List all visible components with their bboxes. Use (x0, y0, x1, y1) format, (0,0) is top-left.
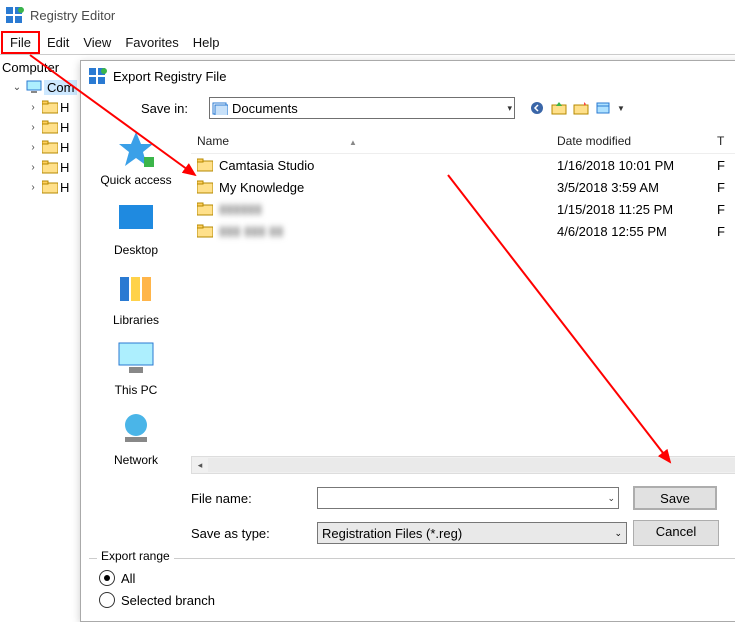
save-button[interactable]: Save (633, 486, 717, 510)
caret-right-icon[interactable]: › (26, 142, 40, 153)
list-item[interactable]: Camtasia Studio1/16/2018 10:01 PMF (191, 154, 735, 176)
place-libraries[interactable]: Libraries (113, 269, 159, 327)
list-item[interactable]: My Knowledge3/5/2018 3:59 AMF (191, 176, 735, 198)
export-range-legend: Export range (97, 549, 174, 563)
horizontal-scrollbar[interactable]: ◂ ▸ (191, 456, 735, 474)
caret-right-icon[interactable]: › (26, 182, 40, 193)
place-network[interactable]: Network (114, 409, 158, 467)
folder-icon (42, 100, 58, 114)
pc-icon (115, 339, 157, 379)
menu-help[interactable]: Help (186, 33, 227, 52)
scroll-left-icon[interactable]: ◂ (192, 460, 208, 471)
chevron-down-icon[interactable]: ⌄ (614, 528, 622, 539)
folder-icon (42, 140, 58, 154)
save-in-row: Save in: Documents ▾ ▼ (81, 91, 735, 129)
radio-icon[interactable] (99, 592, 115, 608)
place-quick-access[interactable]: Quick access (100, 129, 171, 187)
caret-down-icon[interactable]: ⌄ (10, 82, 24, 93)
caret-right-icon[interactable]: › (26, 102, 40, 113)
cancel-button[interactable]: Cancel (633, 520, 719, 546)
file-list-header[interactable]: Name▲ Date modified T (191, 129, 735, 154)
documents-icon (212, 101, 228, 115)
file-name-label: File name: (191, 491, 301, 506)
list-item[interactable]: ▮▮▮▮▮▮1/15/2018 11:25 PMF (191, 198, 735, 220)
folder-icon (42, 180, 58, 194)
save-type-label: Save as type: (191, 526, 301, 541)
folder-icon (42, 120, 58, 134)
export-dialog: Export Registry File Save in: Documents … (80, 60, 735, 622)
sort-asc-icon[interactable]: ▲ (349, 138, 357, 147)
desktop-icon (115, 199, 157, 239)
chevron-down-icon[interactable]: ▾ (507, 103, 512, 114)
network-icon (115, 409, 157, 449)
new-folder-icon[interactable] (573, 100, 589, 116)
window-title: Registry Editor (30, 8, 115, 23)
regedit-icon (6, 7, 24, 23)
menu-favorites[interactable]: Favorites (118, 33, 185, 52)
views-dropdown-icon[interactable]: ▼ (617, 104, 625, 113)
save-in-combo[interactable]: Documents ▾ (209, 97, 515, 119)
caret-right-icon[interactable]: › (26, 122, 40, 133)
save-in-label: Save in: (141, 101, 201, 116)
places-bar: Quick access Desktop Libraries This PC N… (81, 129, 191, 474)
folder-icon (197, 180, 213, 194)
folder-icon (197, 202, 213, 216)
radio-icon[interactable] (99, 570, 115, 586)
radio-all[interactable]: All (99, 567, 735, 589)
star-icon (115, 129, 157, 169)
save-in-value: Documents (232, 101, 298, 116)
menubar: File Edit View Favorites Help (0, 30, 735, 54)
place-desktop[interactable]: Desktop (114, 199, 158, 257)
caret-right-icon[interactable]: › (26, 162, 40, 173)
place-this-pc[interactable]: This PC (115, 339, 158, 397)
folder-icon (197, 224, 213, 238)
folder-icon (42, 160, 58, 174)
back-icon[interactable] (529, 100, 545, 116)
menu-file[interactable]: File (1, 31, 40, 54)
chevron-down-icon[interactable]: ⌄ (607, 493, 618, 504)
up-icon[interactable] (551, 100, 567, 116)
titlebar: Registry Editor (0, 0, 735, 30)
folder-icon (197, 158, 213, 172)
regedit-icon (89, 68, 107, 84)
file-name-input[interactable]: ⌄ (317, 487, 619, 509)
export-range-group: Export range All Selected branch (89, 558, 735, 621)
dialog-toolbar: ▼ (529, 100, 625, 116)
menu-view[interactable]: View (76, 33, 118, 52)
views-icon[interactable] (595, 100, 611, 116)
scroll-track[interactable] (208, 458, 735, 472)
menu-edit[interactable]: Edit (40, 33, 76, 52)
libraries-icon (115, 269, 157, 309)
computer-icon (26, 80, 42, 94)
file-list[interactable]: Name▲ Date modified T Camtasia Studio1/1… (191, 129, 735, 474)
list-item[interactable]: ▮▮▮ ▮▮▮ ▮▮4/6/2018 12:55 PMF (191, 220, 735, 242)
dialog-titlebar: Export Registry File (81, 61, 735, 91)
save-type-combo[interactable]: Registration Files (*.reg)⌄ (317, 522, 627, 544)
dialog-title: Export Registry File (113, 69, 226, 84)
tree-selected: Com (44, 80, 77, 95)
